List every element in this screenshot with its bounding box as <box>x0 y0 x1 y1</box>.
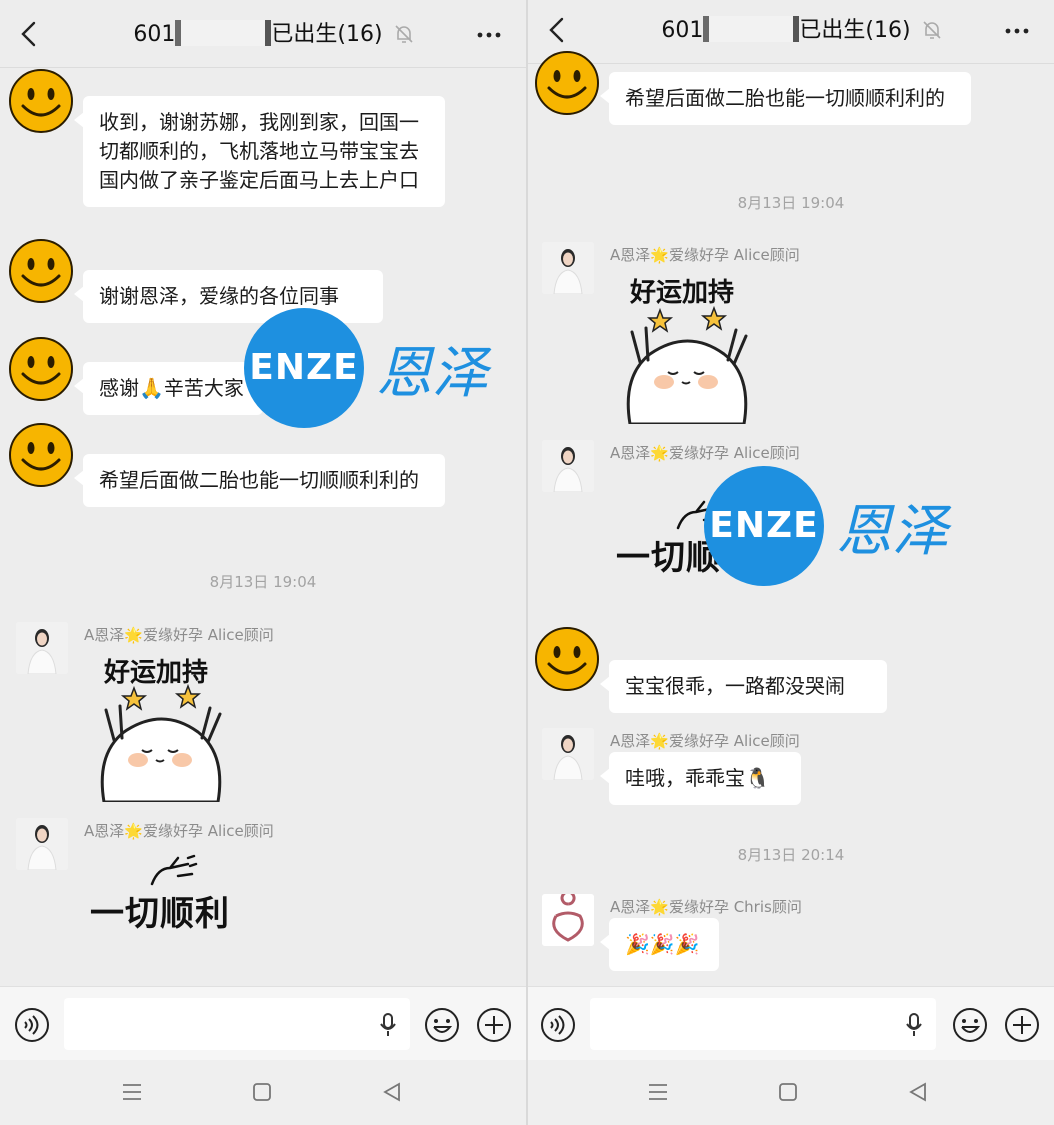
sticker-caption: 好运加持 <box>630 278 735 308</box>
chat-screen-right: 601 已出生(16) 希望后面做二胎也能一切顺顺利利的 8月13日 19:04 … <box>528 0 1054 1125</box>
smiley-avatar[interactable] <box>534 50 600 116</box>
smiley-avatar[interactable] <box>8 68 74 134</box>
message-bubble[interactable]: 谢谢恩泽，爱缘的各位同事 <box>74 270 383 323</box>
sticker-caption[interactable]: 一切顺利 <box>90 886 230 935</box>
smiley-avatar[interactable] <box>8 422 74 488</box>
advisor-avatar[interactable] <box>542 894 594 946</box>
title-prefix: 601 <box>661 18 704 43</box>
plus-icon[interactable] <box>476 1007 512 1043</box>
mic-icon[interactable] <box>904 1012 924 1038</box>
back-nav-icon[interactable] <box>906 1080 930 1104</box>
back-nav-icon[interactable] <box>380 1080 404 1104</box>
sender-name: A恩泽🌟爱缘好孕 Alice顾问 <box>84 822 274 840</box>
message-bubble[interactable]: 希望后面做二胎也能一切顺顺利利的 <box>74 454 445 507</box>
message-bubble[interactable]: 希望后面做二胎也能一切顺顺利利的 <box>600 72 971 125</box>
watermark-logo: ENZE <box>244 308 364 428</box>
chat-screen-left: 601 已出生(16) 收到，谢谢苏娜，我刚到家，回国一切都顺利的，飞机落地立马带… <box>0 0 526 1125</box>
title-suffix: 已出生(16) <box>799 18 911 43</box>
sender-name: A恩泽🌟爱缘好孕 Chris顾问 <box>610 898 802 916</box>
more-icon[interactable] <box>1002 16 1032 46</box>
smiley-avatar[interactable] <box>8 238 74 304</box>
input-bar <box>0 986 526 1060</box>
mic-icon[interactable] <box>378 1012 398 1038</box>
redacted-mask <box>175 20 272 46</box>
sender-name: A恩泽🌟爱缘好孕 Alice顾问 <box>610 444 800 462</box>
advisor-avatar[interactable] <box>542 440 594 492</box>
message-input[interactable] <box>64 998 410 1050</box>
menu-nav-icon[interactable] <box>646 1080 670 1104</box>
home-nav-icon[interactable] <box>250 1080 274 1104</box>
redacted-mask <box>703 16 800 42</box>
hand-doodle-icon <box>150 854 198 886</box>
system-nav-bar <box>0 1060 526 1125</box>
sender-name: A恩泽🌟爱缘好孕 Alice顾问 <box>84 626 274 644</box>
chat-header: 601 已出生(16) <box>528 0 1054 64</box>
back-icon[interactable] <box>14 18 46 50</box>
back-icon[interactable] <box>542 14 574 46</box>
message-bubble[interactable]: 哇哦，乖乖宝🐧 <box>600 752 801 805</box>
emoji-icon[interactable] <box>952 1007 988 1043</box>
sender-name: A恩泽🌟爱缘好孕 Alice顾问 <box>610 732 800 750</box>
smiley-avatar[interactable] <box>534 626 600 692</box>
goodluck-sticker-icon[interactable] <box>620 306 756 424</box>
goodluck-sticker-icon[interactable] <box>94 684 230 802</box>
watermark-logo: ENZE <box>704 466 824 586</box>
message-input[interactable] <box>590 998 936 1050</box>
chat-title: 601 已出生(16) <box>90 18 426 52</box>
watermark-text: 恩泽 <box>836 499 948 564</box>
message-bubble[interactable]: 感谢🙏辛苦大家 <box>74 362 263 415</box>
input-bar <box>528 986 1054 1060</box>
advisor-avatar[interactable] <box>16 622 68 674</box>
advisor-avatar[interactable] <box>542 728 594 780</box>
timestamp: 8月13日 19:04 <box>209 573 317 591</box>
voice-icon[interactable] <box>14 1007 50 1043</box>
mute-bell-icon <box>395 25 413 43</box>
smiley-avatar[interactable] <box>8 336 74 402</box>
home-nav-icon[interactable] <box>776 1080 800 1104</box>
sender-name: A恩泽🌟爱缘好孕 Alice顾问 <box>610 246 800 264</box>
message-bubble[interactable]: 🎉🎉🎉 <box>600 918 719 971</box>
watermark-text: 恩泽 <box>376 341 488 406</box>
more-icon[interactable] <box>474 20 504 50</box>
advisor-avatar[interactable] <box>542 242 594 294</box>
chat-title: 601 已出生(16) <box>618 14 954 48</box>
mute-bell-icon <box>923 21 941 39</box>
chat-header: 601 已出生(16) <box>0 0 526 68</box>
message-bubble[interactable]: 收到，谢谢苏娜，我刚到家，回国一切都顺利的，飞机落地立马带宝宝去国内做了亲子鉴定… <box>74 96 445 207</box>
system-nav-bar <box>528 1060 1054 1125</box>
emoji-icon[interactable] <box>424 1007 460 1043</box>
title-suffix: 已出生(16) <box>271 22 383 47</box>
voice-icon[interactable] <box>540 1007 576 1043</box>
timestamp: 8月13日 19:04 <box>737 194 845 212</box>
plus-icon[interactable] <box>1004 1007 1040 1043</box>
advisor-avatar[interactable] <box>16 818 68 870</box>
menu-nav-icon[interactable] <box>120 1080 144 1104</box>
message-list[interactable]: 收到，谢谢苏娜，我刚到家，回国一切都顺利的，飞机落地立马带宝宝去国内做了亲子鉴定… <box>0 68 526 986</box>
timestamp: 8月13日 20:14 <box>737 846 845 864</box>
title-prefix: 601 <box>133 22 176 47</box>
message-bubble[interactable]: 宝宝很乖，一路都没哭闹 <box>600 660 887 713</box>
